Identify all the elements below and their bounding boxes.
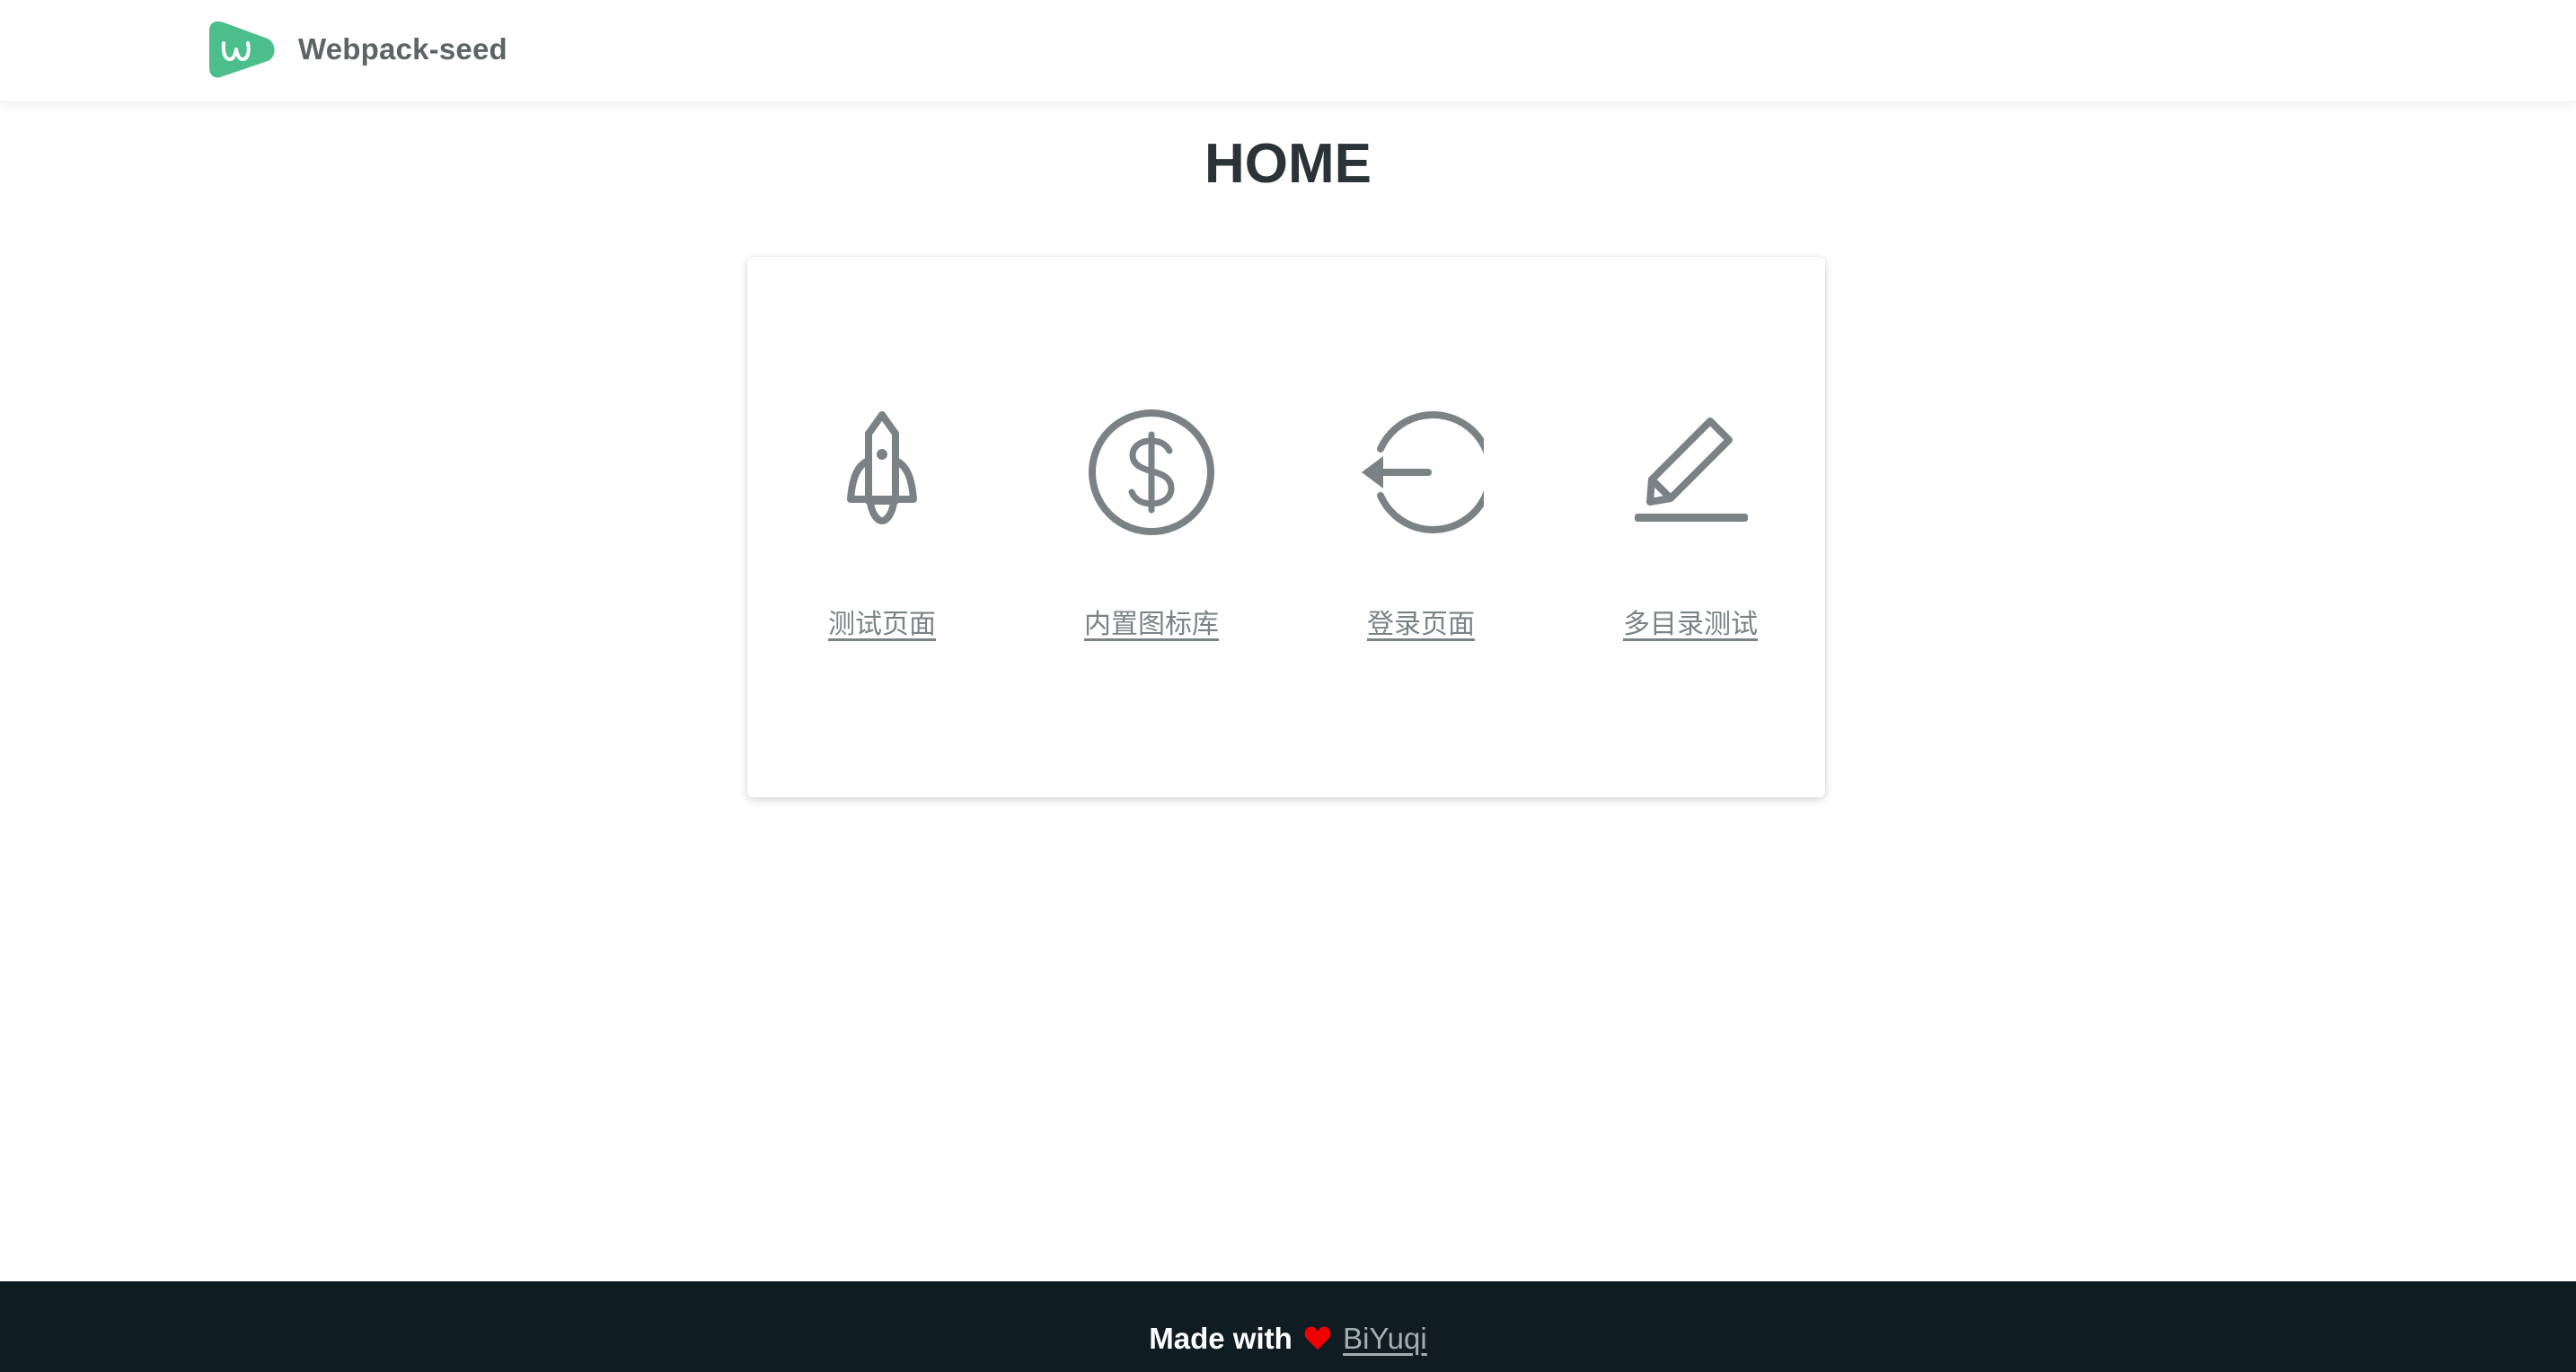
- card-label: 测试页面: [828, 609, 936, 640]
- page: Webpack-seed HOME 测试页面 内置图标库 登录页面 多目录测试 …: [0, 0, 2576, 1372]
- card-link-icon-library[interactable]: 内置图标库: [1044, 409, 1259, 670]
- dollar-circle-icon: [1089, 409, 1214, 535]
- brand-logo-icon: [209, 22, 275, 78]
- card-label: 多目录测试: [1623, 609, 1758, 640]
- rocket-icon: [819, 409, 945, 535]
- footer-made-with: Made with: [1149, 1322, 1292, 1355]
- page-footer: Made with BiYuqi: [0, 1281, 2576, 1372]
- brand-name: Webpack-seed: [298, 32, 507, 66]
- page-title: HOME: [1204, 133, 1372, 195]
- navigation-card: 测试页面 内置图标库 登录页面 多目录测试: [747, 257, 1825, 797]
- card-link-multi-directory[interactable]: 多目录测试: [1583, 409, 1798, 670]
- card-label: 内置图标库: [1084, 609, 1219, 640]
- edit-pencil-icon: [1628, 409, 1753, 535]
- brand-home-link[interactable]: Webpack-seed: [208, 20, 507, 79]
- author-link[interactable]: BiYuqi: [1343, 1322, 1427, 1355]
- footer-credit: Made with BiYuqi: [0, 1317, 2576, 1360]
- card-link-test-page[interactable]: 测试页面: [774, 409, 990, 670]
- card-label: 登录页面: [1367, 609, 1475, 640]
- login-arrow-icon: [1358, 409, 1484, 535]
- card-link-login-page[interactable]: 登录页面: [1313, 409, 1529, 670]
- heart-icon: [1304, 1326, 1331, 1350]
- top-navbar: Webpack-seed: [0, 0, 2576, 102]
